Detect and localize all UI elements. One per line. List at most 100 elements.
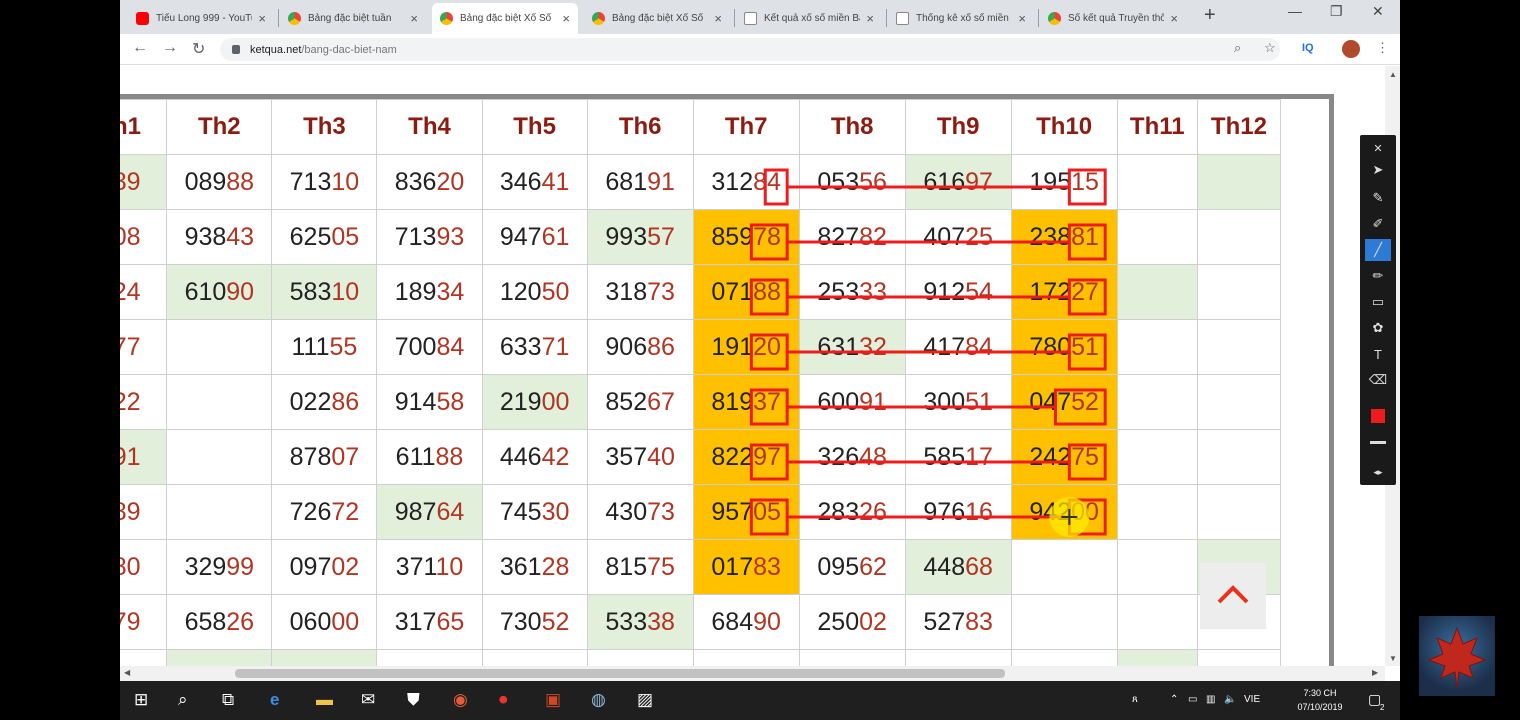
maximize-button[interactable]: ❐ xyxy=(1330,3,1343,20)
number-head: 527 xyxy=(923,607,966,636)
network-icon[interactable]: ▥ xyxy=(1206,694,1215,705)
language-indicator[interactable]: VIE xyxy=(1244,694,1260,705)
bookmark-star-icon[interactable]: ☆ xyxy=(1264,40,1276,56)
scroll-to-top-button[interactable] xyxy=(1200,563,1266,629)
eraser-tool-icon[interactable]: ⌫ xyxy=(1365,369,1391,391)
powerpoint-icon[interactable]: ▣ xyxy=(545,690,561,710)
close-tab-icon[interactable]: × xyxy=(714,11,722,26)
result-cell xyxy=(1116,154,1198,210)
result-cell: 98764 xyxy=(376,484,483,540)
clock[interactable]: 7:30 CH 07/10/2019 xyxy=(1290,686,1350,714)
reload-button[interactable]: ↻ xyxy=(192,39,205,59)
browser-tab[interactable]: Sổ kết quả Truyền thống × xyxy=(1040,3,1186,34)
browser-tab[interactable]: Tiểu Long 999 - YouTube × xyxy=(128,3,274,34)
result-cell xyxy=(166,429,273,485)
result-cell xyxy=(1196,319,1282,375)
task-view-icon[interactable]: ⧉ xyxy=(222,690,234,710)
forward-button[interactable]: → xyxy=(162,39,178,57)
pen-tool-icon[interactable]: ✎ xyxy=(1365,187,1391,209)
search-icon[interactable]: ⌕ xyxy=(178,690,188,710)
text-tool-icon[interactable]: T xyxy=(1365,343,1391,365)
number-head: 250 xyxy=(817,607,860,636)
app-icon[interactable]: ◍ xyxy=(591,690,606,710)
number-tail: 32 xyxy=(859,332,887,361)
start-button-icon[interactable]: ⊞ xyxy=(134,690,148,710)
file-explorer-icon[interactable]: ▬ xyxy=(316,690,333,710)
result-cell xyxy=(1116,209,1198,265)
horizontal-scroll-thumb[interactable] xyxy=(235,669,1005,678)
number-tail: 73 xyxy=(647,277,675,306)
number-head: 219 xyxy=(499,387,542,416)
result-cell: 90686 xyxy=(586,319,694,375)
number-head: 071 xyxy=(711,277,754,306)
color-swatch-icon[interactable] xyxy=(1365,405,1391,427)
photos-icon[interactable]: ▨ xyxy=(637,690,653,710)
result-cell xyxy=(586,649,694,666)
close-tab-icon[interactable]: × xyxy=(1018,11,1026,26)
volume-icon[interactable]: 🔈 xyxy=(1224,694,1236,705)
scroll-right-arrow-icon[interactable]: ▶ xyxy=(1372,668,1378,677)
scroll-up-arrow-icon[interactable]: ▲ xyxy=(1389,70,1397,79)
close-toolbox-icon[interactable]: ✕ xyxy=(1365,137,1391,159)
toolbox-more-icon[interactable]: ◂▸ xyxy=(1365,461,1391,483)
people-icon[interactable]: ጸ xyxy=(1132,694,1138,705)
url-field[interactable]: ketqua.net/bang-dac-biet-nam xyxy=(220,38,1280,61)
result-cell: 81937 xyxy=(692,374,800,430)
close-tab-icon[interactable]: × xyxy=(866,11,874,26)
number-tail: 72 xyxy=(331,497,360,526)
close-window-button[interactable]: ✕ xyxy=(1372,3,1384,20)
browser-tab[interactable]: Bảng đặc biệt tuần × xyxy=(280,3,426,34)
back-button[interactable]: ← xyxy=(132,39,148,57)
new-tab-button[interactable]: + xyxy=(1204,4,1216,27)
extension-button[interactable]: IQ xyxy=(1302,42,1314,54)
number-tail: 90 xyxy=(226,277,255,306)
result-cell: 60091 xyxy=(798,374,906,430)
scroll-down-arrow-icon[interactable]: ▼ xyxy=(1389,654,1397,663)
lock-icon xyxy=(232,45,240,54)
result-cell: 44868 xyxy=(904,539,1012,595)
scroll-left-arrow-icon[interactable]: ◀ xyxy=(124,668,130,677)
number-head: 681 xyxy=(605,167,648,196)
chrome-icon[interactable]: ◉ xyxy=(453,690,468,710)
horizontal-scrollbar[interactable]: ◀ ▶ xyxy=(120,666,1385,681)
line-tool-icon[interactable]: ╱ xyxy=(1365,239,1391,261)
number-tail: 52 xyxy=(541,607,570,636)
number-tail: 62 xyxy=(859,552,887,581)
stamp-tool-icon[interactable]: ✿ xyxy=(1365,317,1391,339)
address-bar-row: ← → ↻ ketqua.net/bang-dac-biet-nam ⌕ ☆ I… xyxy=(120,34,1400,65)
result-cell: 97616 xyxy=(904,484,1012,540)
cursor-tool-icon[interactable]: ➤ xyxy=(1365,159,1391,181)
close-tab-icon[interactable]: × xyxy=(410,11,418,26)
result-cell xyxy=(376,649,483,666)
result-cell: 85978 xyxy=(692,209,800,265)
browser-tab[interactable]: Thống kê xổ số miền Bắc × xyxy=(888,3,1034,34)
show-hidden-icons-icon[interactable]: ⌃ xyxy=(1170,694,1178,705)
close-tab-icon[interactable]: × xyxy=(258,11,266,26)
result-cell: 379 xyxy=(120,594,168,650)
close-tab-icon[interactable]: × xyxy=(562,11,570,26)
brush-tool-icon[interactable]: ✏ xyxy=(1365,265,1391,287)
battery-icon[interactable]: ▭ xyxy=(1188,694,1197,705)
edge-icon[interactable]: e xyxy=(270,690,279,710)
tab-separator xyxy=(278,9,279,27)
close-tab-icon[interactable]: × xyxy=(1170,11,1178,26)
rectangle-tool-icon[interactable]: ▭ xyxy=(1365,291,1391,313)
browser-tab[interactable]: Kết quả xổ số miền Bắc × xyxy=(736,3,882,34)
menu-icon[interactable]: ⋮ xyxy=(1376,40,1389,56)
browser-tab[interactable]: Bảng đặc biệt Xổ Số × xyxy=(432,3,578,34)
result-cell: 31873 xyxy=(586,264,694,320)
table-row: 3246109058310189341205031873071882533391… xyxy=(120,264,1282,320)
mail-icon[interactable]: ✉ xyxy=(361,690,375,710)
result-cell xyxy=(798,649,906,666)
profile-avatar[interactable] xyxy=(1342,40,1360,58)
zoom-icon[interactable]: ⌕ xyxy=(1234,40,1241,56)
browser-tab[interactable]: Bảng đặc biệt Xổ Số × xyxy=(584,3,730,34)
number-tail: 93 xyxy=(436,222,465,251)
recorder-icon[interactable]: ⏺ xyxy=(499,690,508,710)
store-icon[interactable]: ⛊ xyxy=(407,690,420,710)
result-cell: 19515 xyxy=(1010,154,1118,210)
number-head: 938 xyxy=(184,222,227,251)
line-width-icon[interactable] xyxy=(1365,431,1391,453)
minimize-button[interactable]: — xyxy=(1288,3,1302,19)
marker-tool-icon[interactable]: ✐ xyxy=(1365,213,1391,235)
